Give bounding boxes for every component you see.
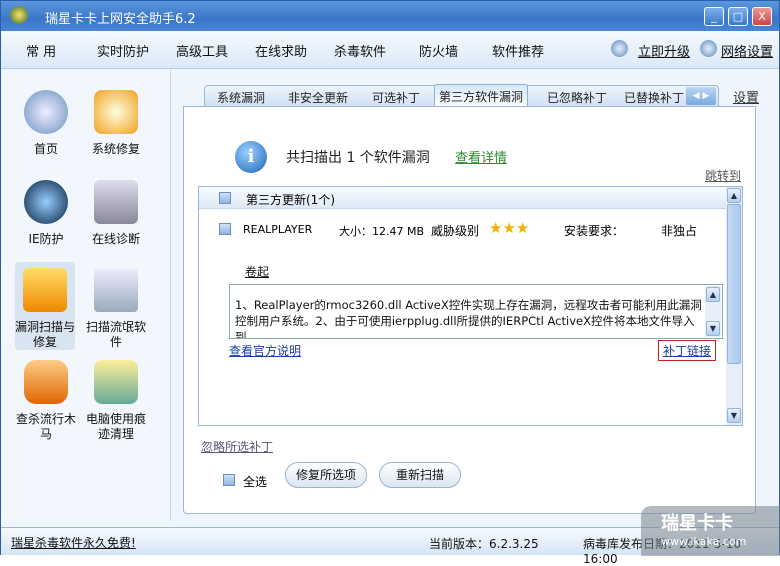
sidebar-label: 首页 [33,142,58,156]
sidebar-item-home[interactable]: 首页 [11,90,81,157]
install-value: 非独占 [661,224,698,238]
sidebar: 首页 系统修复 IE防护 在线诊断 漏洞扫描与修复 扫描流氓软件 查杀流行木马 … [1,70,171,521]
jump-to-link[interactable]: 跳转到 [705,167,741,184]
item-size: 大小：12.47 MB [339,225,425,238]
description-scrollbar[interactable]: ▲ ▼ [705,286,721,337]
group-header: 第三方更新(1个) [199,187,727,209]
group-label: 第三方更新(1个) [246,193,335,207]
upgrade-link[interactable]: 立即升级 [638,41,690,60]
sidebar-item-ie-protect[interactable]: IE防护 [11,180,81,247]
home-icon [24,90,68,134]
description-text: 1、RealPlayer的rmoc3260.dll ActiveX控件实现上存在… [235,298,702,339]
network-settings-icon [700,40,717,57]
sidebar-item-trace-clean[interactable]: 电脑使用痕迹清理 [81,360,151,442]
minimize-button[interactable]: _ [704,7,724,26]
tab-third-party[interactable]: 第三方软件漏洞 [434,84,529,108]
sidebar-item-trojan[interactable]: 查杀流行木马 [11,360,81,442]
sidebar-label: 查杀流行木马 [15,412,76,441]
tab-scroll-arrows[interactable]: ◀ ▶ [686,87,716,105]
menu-bar: 常 用 实时防护 高级工具 在线求助 杀毒软件 防火墙 软件推荐 立即升级 网络… [1,31,779,69]
menu-help[interactable]: 在线求助 [255,41,307,60]
title-bar: 瑞星卡卡上网安全助手6.2 _ □ X [1,1,779,31]
watermark-brand: 瑞星卡卡 [661,513,733,534]
diagnosis-icon [94,180,138,224]
sidebar-item-rogue-scan[interactable]: 扫描流氓软件 [81,268,151,350]
threat-label: 威胁级别 [431,224,480,238]
sidebar-item-vuln-scan[interactable]: 漏洞扫描与修复 [15,262,75,350]
broom-icon [94,360,138,404]
globe-shield-icon [24,180,68,224]
scroll-down-icon[interactable]: ▼ [706,321,720,336]
sidebar-item-online-diagnosis[interactable]: 在线诊断 [81,180,151,247]
select-all-label: 全选 [243,475,268,489]
upgrade-icon [611,40,628,57]
menu-advanced[interactable]: 高级工具 [176,41,228,60]
info-icon: i [235,141,267,173]
item-checkbox[interactable] [219,223,231,235]
group-checkbox[interactable] [219,192,231,204]
item-name: REALPLAYER [243,223,313,236]
patch-link[interactable]: 补丁链接 [658,340,717,361]
menu-recommend[interactable]: 软件推荐 [492,41,544,60]
watermark-url: www.ikaka.com [661,535,747,548]
description-box[interactable]: 1、RealPlayer的rmoc3260.dll ActiveX控件实现上存在… [229,284,723,339]
tab-ignored[interactable]: 已忽略补丁 [547,89,607,106]
official-notes-link[interactable]: 查看官方说明 [229,342,301,359]
rescan-button[interactable]: 重新扫描 [379,462,461,488]
sidebar-label: IE防护 [28,232,64,246]
window-title: 瑞星卡卡上网安全助手6.2 [45,12,196,27]
scroll-up-icon[interactable]: ▲ [706,287,720,302]
sidebar-label: 漏洞扫描与修复 [15,320,76,349]
rogue-warning-icon [94,268,138,312]
tab-non-security[interactable]: 非安全更新 [288,89,348,106]
repair-selected-button[interactable]: 修复所选项 [285,462,367,488]
app-window: 瑞星卡卡上网安全助手6.2 _ □ X 常 用 实时防护 高级工具 在线求助 杀… [0,0,780,566]
version-text: 当前版本：6.2.3.25 [429,537,539,551]
app-logo-icon [10,6,28,24]
sidebar-item-system-repair[interactable]: 系统修复 [81,90,151,157]
network-settings-link[interactable]: 网络设置 [721,41,773,60]
close-button[interactable]: X [752,7,772,26]
view-details-link[interactable]: 查看详情 [455,147,507,166]
ignore-selected-link[interactable]: 忽略所选补丁 [201,438,273,455]
select-all-checkbox[interactable] [223,474,235,486]
menu-realtime[interactable]: 实时防护 [97,41,149,60]
brand-watermark: 瑞星卡卡 www.ikaka.com [641,506,780,556]
tab-system-vuln[interactable]: 系统漏洞 [217,89,265,106]
sidebar-label: 系统修复 [91,142,140,156]
menu-antivirus[interactable]: 杀毒软件 [334,41,386,60]
scroll-thumb[interactable] [727,204,741,364]
sidebar-label: 电脑使用痕迹清理 [85,412,146,441]
settings-link[interactable]: 设置 [733,87,759,106]
maximize-button[interactable]: □ [728,7,748,26]
threat-stars-icon: ★★★ [489,219,530,237]
ie-repair-icon [94,90,138,134]
tab-bar: 系统漏洞 非安全更新 可选补丁 第三方软件漏洞 已忽略补丁 已替换补丁 [204,84,719,108]
vuln-box-icon [23,268,67,312]
sidebar-label: 扫描流氓软件 [85,320,146,349]
menu-firewall[interactable]: 防火墙 [419,41,458,60]
promo-link[interactable]: 瑞星杀毒软件永久免费! [11,534,136,551]
menu-common[interactable]: 常 用 [26,41,56,60]
tab-optional[interactable]: 可选补丁 [372,89,420,106]
scroll-up-icon[interactable]: ▲ [727,188,741,203]
scan-summary: 共扫描出 1 个软件漏洞 [286,150,430,166]
trojan-shield-icon [24,360,68,404]
tab-replaced[interactable]: 已替换补丁 [624,89,684,106]
sidebar-label: 在线诊断 [91,232,140,246]
collapse-link[interactable]: 卷起 [245,263,269,280]
install-label: 安装要求： [564,224,625,238]
scroll-down-icon[interactable]: ▼ [727,408,741,423]
list-scrollbar[interactable]: ▲ ▼ [726,187,742,425]
